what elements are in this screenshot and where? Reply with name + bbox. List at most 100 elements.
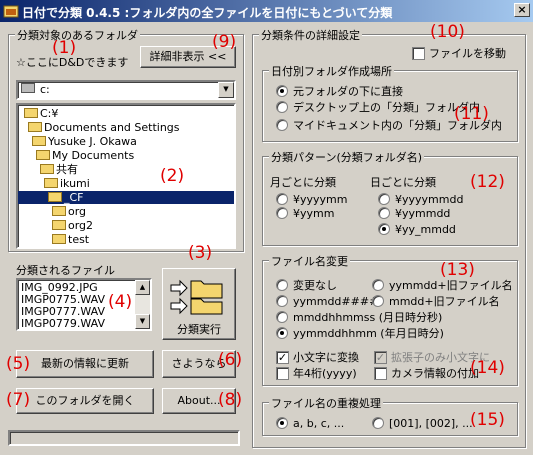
folder-open-icon	[48, 192, 62, 202]
chevron-down-icon[interactable]: ▼	[218, 82, 234, 98]
refresh-button[interactable]: 最新の情報に更新	[16, 350, 154, 378]
year4-checkbox[interactable]: 年4桁(yyyy)	[276, 366, 357, 381]
run-classify-button[interactable]: 分類実行	[162, 268, 236, 340]
title-bar: 日付で分類 0.4.5 :フォルダ内の全ファイルを日付にもとづいて分類 ×	[0, 0, 533, 22]
daily-option[interactable]: ¥yymmdd	[378, 206, 450, 221]
annotation-2: (2)	[160, 166, 185, 186]
tree-item[interactable]: Yusuke J. Okawa	[32, 135, 137, 148]
scroll-down-icon[interactable]: ▼	[135, 314, 150, 329]
daily-option[interactable]: ¥yy_mmdd	[378, 222, 456, 237]
duplicate-group-label: ファイル名の重複処理	[269, 395, 383, 411]
radio-button[interactable]	[276, 207, 288, 219]
daily-label: 日ごとに分類	[370, 176, 436, 189]
annotation-11: (11)	[454, 104, 489, 124]
folder-icon	[36, 150, 50, 160]
scroll-up-icon[interactable]: ▲	[135, 280, 150, 295]
radio-button[interactable]	[372, 417, 384, 429]
radio-button[interactable]	[276, 311, 288, 323]
folder-icon	[40, 164, 54, 174]
annotation-14: (14)	[470, 358, 505, 378]
rename-option[interactable]: yymmdd####	[276, 294, 378, 309]
annotation-9: (9)	[212, 32, 237, 52]
drive-value: c:	[40, 83, 50, 96]
folder-icon	[24, 108, 38, 118]
settings-group-label: 分類条件の詳細設定	[259, 27, 362, 43]
radio-button[interactable]	[276, 279, 288, 291]
lowercase-checkbox[interactable]: ✓ 小文字に変換	[276, 350, 359, 365]
folder-icon	[52, 206, 66, 216]
annotation-12: (12)	[470, 172, 505, 192]
open-folder-button[interactable]: このフォルダを開く	[16, 388, 154, 414]
folder-tree[interactable]: C:¥ Documents and Settings Yusuke J. Oka…	[16, 103, 236, 249]
move-to-folder-icon	[170, 279, 223, 315]
file-item[interactable]: IMGP0779.WAV	[21, 317, 105, 329]
file-list-scrollbar[interactable]: ▲ ▼	[135, 280, 150, 329]
tree-item[interactable]: test	[52, 233, 89, 246]
folder-icon	[32, 136, 46, 146]
daily-option[interactable]: ¥yyyymmdd	[378, 192, 463, 207]
close-button[interactable]: ×	[514, 3, 530, 17]
drive-icon	[21, 83, 35, 93]
rename-option[interactable]: mmddhhmmss (月日時分秒)	[276, 310, 442, 325]
dup-option-numbers[interactable]: [001], [002], ...	[372, 416, 473, 431]
annotation-1: (1)	[52, 38, 77, 58]
annotation-6: (6)	[218, 350, 243, 370]
annotation-4: (4)	[108, 292, 133, 312]
radio-button[interactable]	[372, 295, 384, 307]
folder-icon	[52, 220, 66, 230]
tree-item[interactable]: My Documents	[36, 149, 134, 162]
rename-option[interactable]: yymmddhhmm (年月日時分)	[276, 326, 444, 341]
annotation-7: (7)	[6, 390, 31, 410]
annotation-13: (13)	[440, 260, 475, 280]
status-bar	[8, 430, 240, 446]
run-label: 分類実行	[177, 323, 221, 336]
annotation-10: (10)	[430, 22, 465, 42]
radio-button[interactable]	[372, 279, 384, 291]
camera-info-checkbox[interactable]: カメラ情報の付加	[374, 366, 479, 381]
rename-option[interactable]: mmdd+旧ファイル名	[372, 294, 500, 309]
monthly-option[interactable]: ¥yymm	[276, 206, 334, 221]
dup-option-letters[interactable]: a, b, c, ...	[276, 416, 344, 431]
checkbox[interactable]	[276, 367, 289, 380]
checkmark-icon[interactable]: ✓	[374, 351, 387, 364]
annotation-3: (3)	[188, 243, 213, 263]
app-icon	[3, 5, 19, 18]
pattern-group-label: 分類パターン(分類フォルダ名)	[269, 149, 425, 165]
monthly-label: 月ごとに分類	[270, 176, 336, 189]
radio-button[interactable]	[276, 119, 288, 131]
tree-item[interactable]: ikumi	[44, 177, 90, 190]
tree-item[interactable]: 共有	[40, 163, 78, 176]
radio-button[interactable]	[378, 223, 390, 235]
checkbox[interactable]	[374, 367, 387, 380]
tree-item[interactable]: Documents and Settings	[28, 121, 180, 134]
monthly-option[interactable]: ¥yyyymm	[276, 192, 347, 207]
radio-button[interactable]	[378, 207, 390, 219]
checkbox[interactable]	[412, 47, 425, 60]
radio-button[interactable]	[276, 193, 288, 205]
folder-icon	[44, 178, 58, 188]
location-option-desktop[interactable]: デスクトップ上の「分類」フォルダ内	[276, 100, 480, 115]
radio-button[interactable]	[276, 327, 288, 339]
folder-icon	[28, 122, 42, 132]
radio-button[interactable]	[276, 101, 288, 113]
rename-option[interactable]: 変更なし	[276, 278, 337, 293]
annotation-5: (5)	[6, 354, 31, 374]
radio-button[interactable]	[276, 295, 288, 307]
tree-item[interactable]: org	[52, 205, 86, 218]
tree-item-selected[interactable]: _CF	[18, 191, 234, 204]
radio-button[interactable]	[276, 85, 288, 97]
radio-button[interactable]	[378, 193, 390, 205]
radio-button[interactable]	[276, 417, 288, 429]
location-group-label: 日付別フォルダ作成場所	[269, 63, 394, 79]
rename-option[interactable]: yymmdd+旧ファイル名	[372, 278, 513, 293]
folder-group-label: 分類対象のあるフォルダ	[15, 27, 140, 43]
drive-select[interactable]: c: ▼	[16, 80, 236, 100]
tree-item[interactable]: org2	[52, 219, 93, 232]
move-files-checkbox[interactable]: ファイルを移動	[412, 46, 506, 61]
window-title: 日付で分類 0.4.5 :フォルダ内の全ファイルを日付にもとづいて分類	[22, 6, 393, 20]
location-option-direct[interactable]: 元フォルダの下に直接	[276, 84, 403, 99]
annotation-8: (8)	[218, 390, 243, 410]
tree-item[interactable]: C:¥	[24, 107, 58, 120]
checkmark-icon[interactable]: ✓	[276, 351, 289, 364]
annotation-15: (15)	[470, 410, 505, 430]
